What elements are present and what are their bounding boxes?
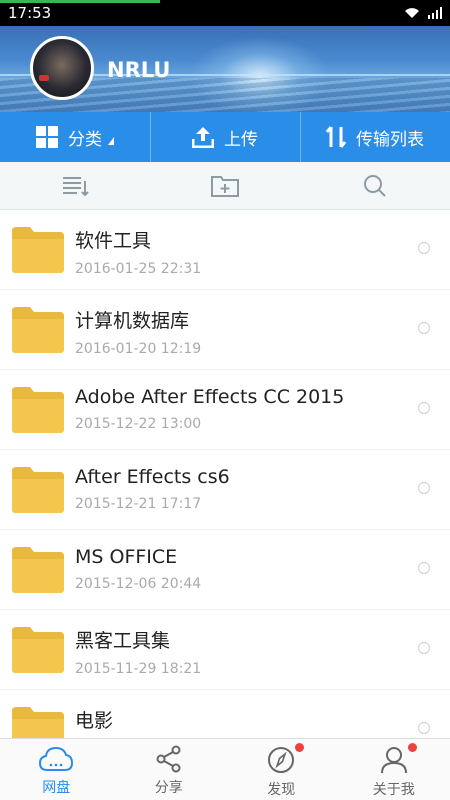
nav-item-share[interactable]: 分享 xyxy=(113,739,226,800)
nav-label: 网盘 xyxy=(42,780,71,796)
folder-icon xyxy=(12,547,64,593)
notification-dot xyxy=(407,743,417,752)
wifi-icon xyxy=(405,8,419,18)
list-item[interactable]: 软件工具 2016-01-25 22:31 xyxy=(0,210,450,290)
sort-icon xyxy=(63,176,89,196)
file-date: 2015-12-06 20:44 xyxy=(75,576,202,592)
status-progress xyxy=(0,0,160,3)
select-radio[interactable] xyxy=(418,402,430,414)
file-date: 2015-12-21 17:17 xyxy=(75,496,202,512)
search-icon xyxy=(364,174,386,197)
dropdown-arrow-icon xyxy=(108,137,114,145)
nav-item-about-me[interactable]: 关于我 xyxy=(338,739,450,800)
profile-header: NRLU xyxy=(0,26,450,112)
select-radio[interactable] xyxy=(418,322,430,334)
cloud-icon xyxy=(39,746,74,771)
file-date: 2016-01-25 22:31 xyxy=(75,261,202,277)
new-folder-icon xyxy=(211,175,239,197)
select-radio[interactable] xyxy=(418,482,430,494)
folder-icon xyxy=(12,387,64,433)
share-icon xyxy=(156,745,181,773)
user-icon xyxy=(380,747,407,774)
status-time: 17:53 xyxy=(8,4,52,22)
folder-icon xyxy=(12,707,64,738)
select-radio[interactable] xyxy=(418,562,430,574)
compass-icon xyxy=(268,747,295,773)
sort-button[interactable] xyxy=(0,175,150,197)
search-button[interactable] xyxy=(300,174,450,198)
upload-label: 上传 xyxy=(224,129,258,150)
file-date: 2015-12-22 13:00 xyxy=(75,416,202,432)
nav-label: 分享 xyxy=(154,780,183,796)
folder-icon xyxy=(12,227,64,273)
nav-item-discover[interactable]: 发现 xyxy=(225,739,338,800)
status-bar: 17:53 xyxy=(0,0,450,26)
file-name: 计算机数据库 xyxy=(75,310,190,332)
folder-icon xyxy=(12,307,64,353)
transfer-label: 传输列表 xyxy=(356,129,424,150)
list-item[interactable]: 电影 xyxy=(0,690,450,738)
username: NRLU xyxy=(107,58,171,82)
file-name: MS OFFICE xyxy=(75,546,178,568)
list-item[interactable]: 计算机数据库 2016-01-20 12:19 xyxy=(0,290,450,370)
folder-icon xyxy=(12,627,64,673)
new-folder-button[interactable] xyxy=(150,174,300,198)
transfer-icon xyxy=(326,126,346,148)
folder-icon xyxy=(12,467,64,513)
select-radio[interactable] xyxy=(418,722,430,734)
notification-dot xyxy=(295,743,304,752)
list-item[interactable]: 黑客工具集 2015-11-29 18:21 xyxy=(0,610,450,690)
list-item[interactable]: Adobe After Effects CC 2015 2015-12-22 1… xyxy=(0,370,450,450)
list-item[interactable]: MS OFFICE 2015-12-06 20:44 xyxy=(0,530,450,610)
file-name: 黑客工具集 xyxy=(75,630,171,652)
list-item[interactable]: After Effects cs6 2015-12-21 17:17 xyxy=(0,450,450,530)
file-date: 2015-11-29 18:21 xyxy=(75,661,202,677)
category-label: 分类 xyxy=(68,129,102,150)
file-name: After Effects cs6 xyxy=(75,466,230,488)
avatar[interactable] xyxy=(30,36,94,100)
tools-bar xyxy=(0,162,450,210)
grid-icon xyxy=(36,126,58,148)
transfer-list-button[interactable]: 传输列表 xyxy=(300,112,450,162)
file-date: 2016-01-20 12:19 xyxy=(75,341,202,357)
action-bar: 分类 上传 传输列表 xyxy=(0,112,450,162)
signal-icon xyxy=(428,7,442,19)
category-button[interactable]: 分类 xyxy=(0,112,150,162)
file-list: 软件工具 2016-01-25 22:31 计算机数据库 2016-01-20 … xyxy=(0,210,450,738)
nav-label: 关于我 xyxy=(372,782,415,798)
select-radio[interactable] xyxy=(418,642,430,654)
upload-button[interactable]: 上传 xyxy=(150,112,300,162)
nav-label: 发现 xyxy=(267,782,296,798)
bottom-nav: 网盘 分享 发现 关于我 xyxy=(0,738,450,800)
file-name: 软件工具 xyxy=(75,230,152,252)
nav-item-disk[interactable]: 网盘 xyxy=(0,739,113,800)
upload-icon xyxy=(192,127,214,148)
status-icons xyxy=(404,7,442,19)
file-name: 电影 xyxy=(75,710,114,732)
file-name: Adobe After Effects CC 2015 xyxy=(75,386,345,408)
select-radio[interactable] xyxy=(418,242,430,254)
